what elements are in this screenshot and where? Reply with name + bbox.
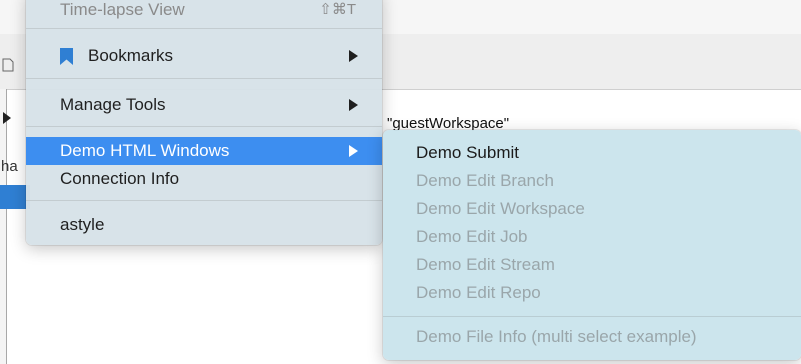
submenu-item-label: Demo Edit Branch <box>416 171 554 190</box>
menu-item-label: Connection Info <box>60 169 180 188</box>
submenu-item-demo-edit-repo[interactable]: Demo Edit Repo <box>383 279 801 307</box>
menu-separator <box>26 200 382 201</box>
menu-item-connection-info[interactable]: Connection Info <box>26 165 382 193</box>
submenu-item-label: Demo Submit <box>416 143 519 162</box>
menu-item-bookmarks[interactable]: Bookmarks <box>26 42 382 70</box>
submenu-arrow-icon <box>349 99 358 111</box>
submenu-arrow-icon <box>349 50 358 62</box>
tree-row-text: ha <box>1 158 18 175</box>
submenu-arrow-icon <box>349 145 358 157</box>
context-menu: Time-lapse View ⇧⌘T Bookmarks Manage Too… <box>26 0 382 245</box>
submenu-item-demo-edit-branch[interactable]: Demo Edit Branch <box>383 167 801 195</box>
menu-item-label: Manage Tools <box>60 95 166 114</box>
submenu-item-label: Demo File Info (multi select example) <box>416 327 697 346</box>
submenu-item-label: Demo Edit Workspace <box>416 199 585 218</box>
submenu-item-label: Demo Edit Job <box>416 227 528 246</box>
submenu-item-demo-file-info[interactable]: Demo File Info (multi select example) <box>383 323 801 351</box>
menu-item-label: Demo HTML Windows <box>60 141 230 160</box>
menu-separator <box>26 126 382 127</box>
document-icon[interactable] <box>2 58 14 72</box>
menu-item-shortcut: ⇧⌘T <box>319 1 356 18</box>
menu-item-time-lapse-view[interactable]: Time-lapse View ⇧⌘T <box>26 0 382 24</box>
menu-separator <box>26 78 382 79</box>
menu-item-label: astyle <box>60 215 105 234</box>
submenu-item-demo-submit[interactable]: Demo Submit <box>383 139 801 167</box>
left-pane <box>0 89 7 364</box>
menu-separator <box>26 28 382 29</box>
menu-item-label: Bookmarks <box>88 46 174 65</box>
disclosure-triangle-icon[interactable] <box>3 112 11 124</box>
submenu-item-label: Demo Edit Repo <box>416 283 541 302</box>
screen: ha "guestWorkspace" Time-lapse View ⇧⌘T … <box>0 0 801 364</box>
menu-item-manage-tools[interactable]: Manage Tools <box>26 91 382 119</box>
menu-item-label: Time-lapse View <box>60 0 185 19</box>
submenu-item-demo-edit-stream[interactable]: Demo Edit Stream <box>383 251 801 279</box>
bookmark-icon <box>60 48 73 65</box>
submenu-separator <box>383 316 801 317</box>
submenu-item-demo-edit-workspace[interactable]: Demo Edit Workspace <box>383 195 801 223</box>
demo-html-windows-submenu: Demo Submit Demo Edit Branch Demo Edit W… <box>383 130 801 360</box>
submenu-item-demo-edit-job[interactable]: Demo Edit Job <box>383 223 801 251</box>
menu-item-demo-html-windows[interactable]: Demo HTML Windows <box>26 137 382 165</box>
submenu-item-label: Demo Edit Stream <box>416 255 555 274</box>
menu-item-astyle[interactable]: astyle <box>26 211 382 239</box>
